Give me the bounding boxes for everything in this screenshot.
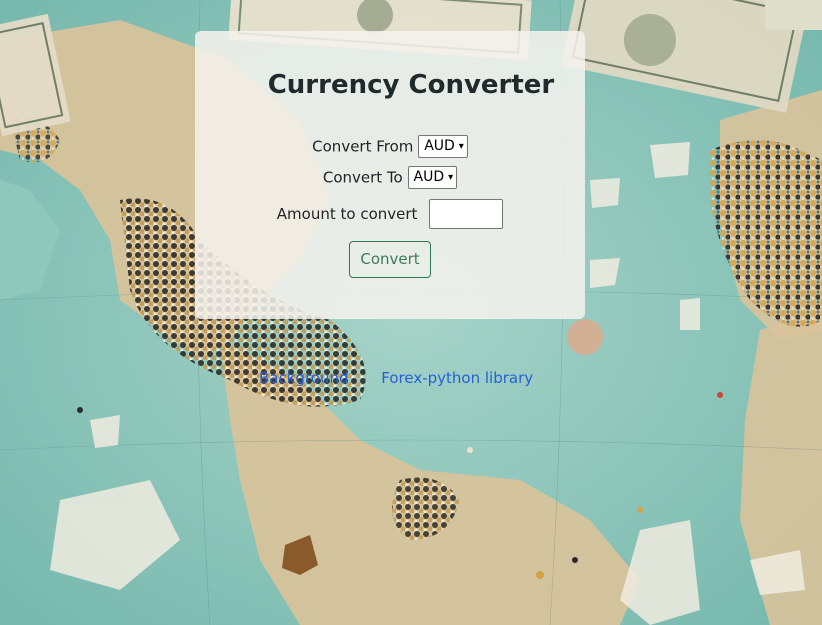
convert-to-value: AUD: [413, 169, 445, 185]
convert-button[interactable]: Convert: [349, 241, 431, 278]
footer-links: Background Forex-python library: [259, 369, 533, 387]
page-title: Currency Converter: [267, 70, 555, 100]
convert-from-value: AUD: [424, 138, 455, 154]
chevron-down-icon: ▾: [458, 141, 464, 152]
convert-to-row: Convert To AUD ▾: [195, 166, 585, 189]
background-link[interactable]: Background: [259, 369, 349, 387]
amount-input[interactable]: [429, 199, 504, 229]
forex-python-library-link[interactable]: Forex-python library: [381, 369, 533, 387]
convert-from-select[interactable]: AUD ▾: [418, 135, 468, 158]
convert-from-label: Convert From: [312, 137, 414, 156]
amount-row: Amount to convert: [195, 199, 585, 229]
convert-to-select[interactable]: AUD ▾: [407, 166, 458, 189]
chevron-down-icon: ▾: [448, 172, 454, 183]
convert-to-label: Convert To: [322, 168, 403, 187]
amount-label: Amount to convert: [276, 205, 418, 223]
convert-from-row: Convert From AUD ▾: [195, 135, 585, 158]
